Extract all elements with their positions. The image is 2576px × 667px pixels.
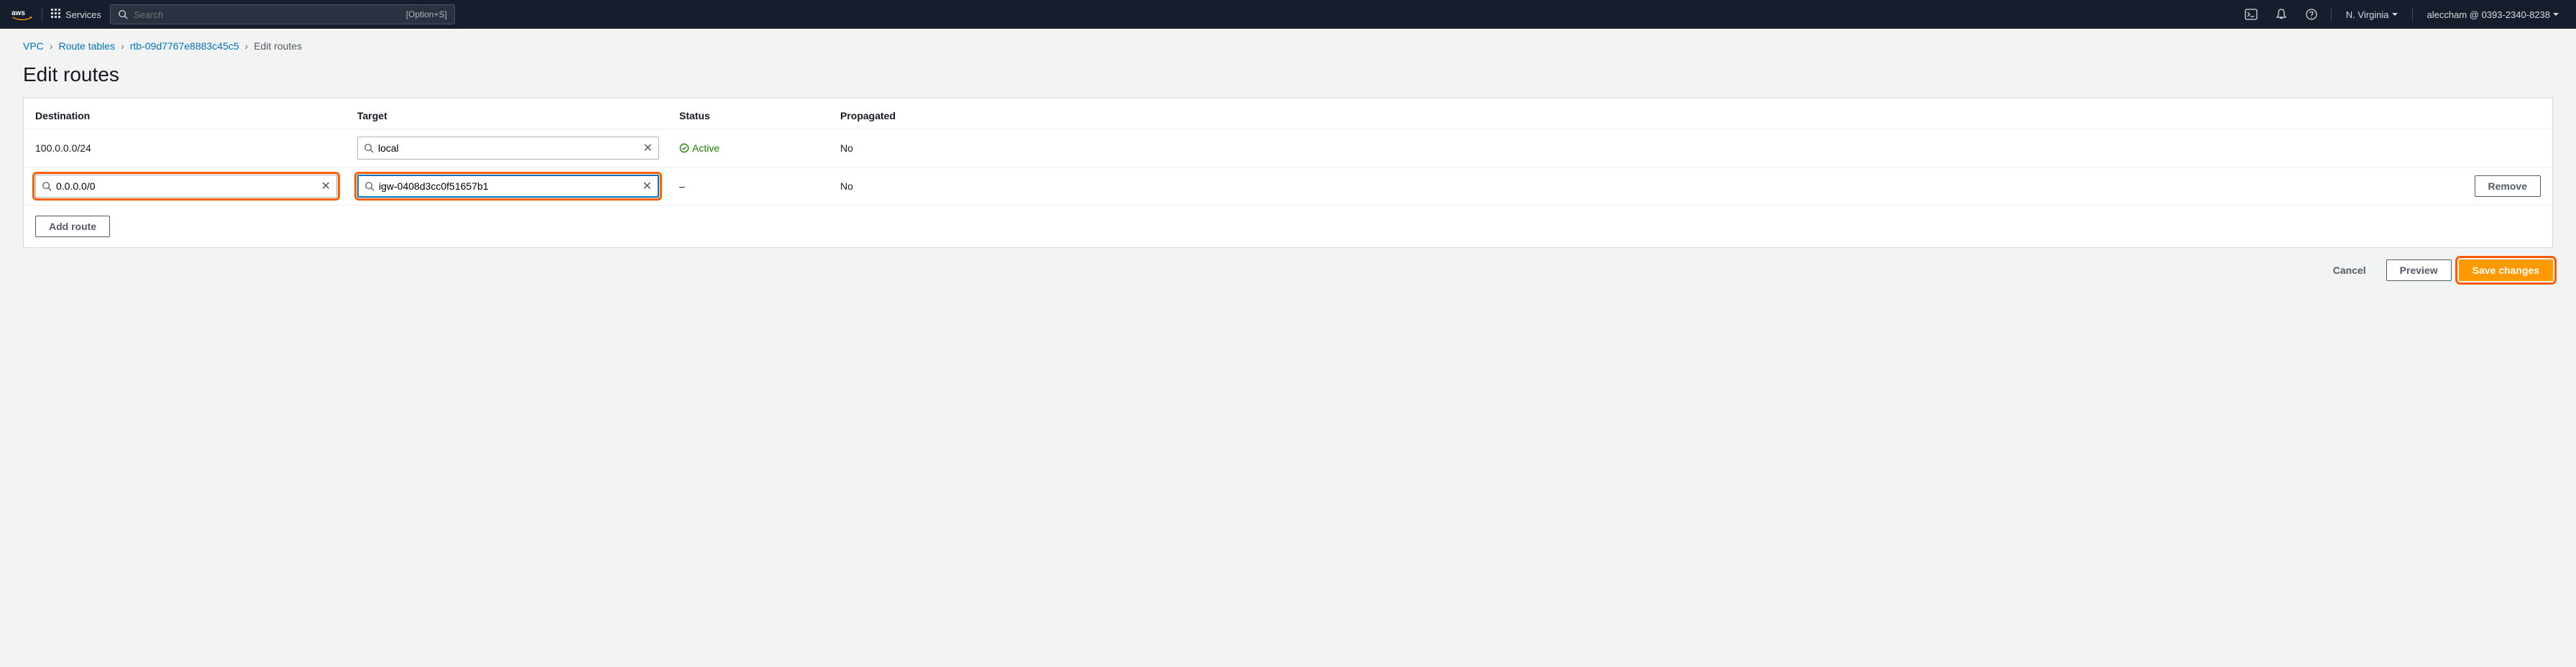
search-icon bbox=[118, 9, 128, 19]
nav-divider bbox=[2331, 7, 2332, 22]
table-header-row: Destination Target Status Propagated bbox=[24, 98, 2552, 129]
breadcrumb-current: Edit routes bbox=[254, 40, 302, 52]
add-route-button[interactable]: Add route bbox=[35, 216, 110, 237]
page-title: Edit routes bbox=[0, 58, 2576, 98]
cell-propagated: No bbox=[840, 142, 948, 154]
cell-target: ✕ bbox=[357, 137, 679, 160]
region-label: N. Virginia bbox=[2346, 9, 2389, 20]
cell-status: – bbox=[679, 180, 840, 192]
nav-divider bbox=[2412, 7, 2413, 22]
clear-button[interactable]: ✕ bbox=[321, 179, 331, 193]
add-route-section: Add route bbox=[24, 206, 2552, 247]
col-header-target: Target bbox=[357, 110, 679, 121]
help-icon bbox=[2305, 8, 2318, 21]
col-header-propagated: Propagated bbox=[840, 110, 948, 121]
breadcrumb-sep: › bbox=[50, 40, 53, 52]
cell-destination: ✕ bbox=[35, 175, 357, 198]
services-menu-button[interactable]: Services bbox=[51, 9, 101, 21]
caret-down-icon bbox=[2553, 13, 2559, 16]
routes-table: Destination Target Status Propagated 100… bbox=[23, 98, 2553, 248]
clear-button[interactable]: ✕ bbox=[643, 141, 653, 155]
footer-actions: Cancel Preview Save changes bbox=[0, 248, 2576, 293]
services-label: Services bbox=[65, 9, 101, 20]
help-button[interactable] bbox=[2301, 5, 2322, 24]
target-select[interactable]: ✕ bbox=[357, 175, 659, 198]
notifications-button[interactable] bbox=[2271, 5, 2292, 24]
search-icon bbox=[364, 181, 374, 191]
cell-target: ✕ bbox=[357, 175, 679, 198]
breadcrumb-sep: › bbox=[121, 40, 124, 52]
global-search[interactable]: [Option+S] bbox=[110, 4, 455, 24]
cloudshell-button[interactable] bbox=[2240, 5, 2262, 24]
cell-destination: 100.0.0.0/24 bbox=[35, 142, 357, 154]
breadcrumb-vpc[interactable]: VPC bbox=[23, 40, 44, 52]
cell-action: Remove bbox=[948, 175, 2541, 197]
status-label: Active bbox=[692, 142, 719, 154]
destination-input[interactable] bbox=[56, 180, 317, 192]
search-shortcut-hint: [Option+S] bbox=[406, 9, 447, 19]
target-select[interactable]: ✕ bbox=[357, 137, 659, 160]
target-input[interactable] bbox=[378, 142, 639, 154]
breadcrumb-route-tables[interactable]: Route tables bbox=[58, 40, 115, 52]
region-selector[interactable]: N. Virginia bbox=[2340, 9, 2404, 20]
bell-icon bbox=[2275, 8, 2288, 21]
search-icon bbox=[364, 143, 374, 153]
clear-button[interactable]: ✕ bbox=[643, 179, 652, 193]
save-changes-button[interactable]: Save changes bbox=[2459, 259, 2553, 281]
status-active-badge: Active bbox=[679, 142, 840, 154]
cell-status: Active bbox=[679, 142, 840, 154]
cell-propagated: No bbox=[840, 180, 948, 192]
table-row: ✕ ✕ – No Remove bbox=[24, 167, 2552, 206]
account-label: aleccham @ 0393-2340-8238 bbox=[2427, 9, 2550, 20]
caret-down-icon bbox=[2392, 13, 2398, 16]
global-search-input[interactable] bbox=[134, 9, 400, 20]
grid-icon bbox=[51, 9, 61, 21]
breadcrumb: VPC › Route tables › rtb-09d7767e8883c45… bbox=[0, 29, 2576, 58]
destination-select[interactable]: ✕ bbox=[35, 175, 337, 198]
preview-button[interactable]: Preview bbox=[2386, 259, 2452, 281]
search-icon bbox=[42, 181, 52, 191]
account-menu[interactable]: aleccham @ 0393-2340-8238 bbox=[2421, 9, 2564, 20]
cancel-button[interactable]: Cancel bbox=[2320, 260, 2379, 280]
check-circle-icon bbox=[679, 143, 689, 153]
breadcrumb-sep: › bbox=[245, 40, 249, 52]
col-header-action bbox=[948, 110, 2541, 121]
aws-logo[interactable]: aws bbox=[12, 7, 33, 22]
col-header-destination: Destination bbox=[35, 110, 357, 121]
svg-text:aws: aws bbox=[12, 9, 25, 17]
table-row: 100.0.0.0/24 ✕ Active No bbox=[24, 129, 2552, 167]
top-nav-bar: aws Services [Option+S] N. Virginia alec… bbox=[0, 0, 2576, 29]
breadcrumb-rtb-id[interactable]: rtb-09d7767e8883c45c5 bbox=[130, 40, 239, 52]
col-header-status: Status bbox=[679, 110, 840, 121]
target-input[interactable] bbox=[379, 180, 638, 192]
cloudshell-icon bbox=[2245, 8, 2258, 21]
remove-button[interactable]: Remove bbox=[2475, 175, 2541, 197]
